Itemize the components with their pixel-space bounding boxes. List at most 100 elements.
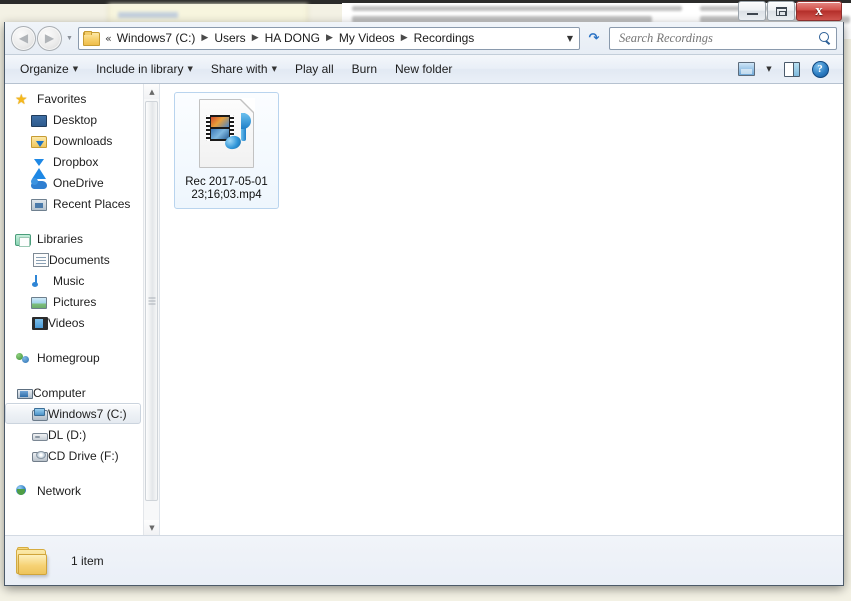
breadcrumb-item-windows7[interactable]: Windows7 (C:) — [115, 29, 198, 47]
scrollbar-track[interactable] — [144, 99, 159, 520]
maximize-icon — [776, 7, 787, 16]
toolbar-item-share-with[interactable]: Share with ▼ — [202, 57, 286, 81]
recent-places-icon — [31, 199, 47, 211]
music-note-icon — [225, 113, 249, 153]
sidebar-item-desktop[interactable]: Desktop — [5, 109, 143, 130]
maximize-button[interactable] — [767, 1, 795, 21]
sidebar-item-videos[interactable]: Videos — [5, 312, 143, 333]
sidebar-item-network[interactable]: Network — [5, 480, 143, 501]
search-input[interactable] — [617, 30, 817, 47]
list-item[interactable]: Rec 2017-05-01 23;16;03.mp4 — [174, 92, 279, 209]
scroll-down-button[interactable]: ▼ — [144, 520, 160, 535]
forward-button[interactable]: ▶ — [37, 26, 62, 51]
toolbar-item-organize[interactable]: Organize ▼ — [11, 57, 87, 81]
view-icon — [738, 62, 755, 76]
network-icon — [15, 483, 31, 499]
back-button[interactable]: ◀ — [11, 26, 36, 51]
sidebar-item-label: Computer — [33, 386, 86, 400]
breadcrumb-item-ha-dong[interactable]: HA DONG — [263, 29, 322, 47]
sidebar-item-label: CD Drive (F:) — [48, 449, 119, 463]
breadcrumb-overflow-icon[interactable]: « — [102, 33, 115, 44]
sidebar-item-dropbox[interactable]: Dropbox — [5, 151, 143, 172]
toolbar-item-burn[interactable]: Burn — [343, 57, 386, 81]
toolbar-label: New folder — [395, 62, 452, 76]
folder-icon — [15, 547, 49, 577]
search-box[interactable] — [609, 27, 837, 50]
chevron-down-icon: ▼ — [187, 65, 192, 73]
main-area: ★ Favorites Desktop Downloads — [5, 84, 843, 535]
sidebar-item-downloads[interactable]: Downloads — [5, 130, 143, 151]
toolbar-label: Burn — [352, 62, 377, 76]
sidebar-item-windows7-c[interactable]: Windows7 (C:) — [5, 403, 141, 424]
toolbar-item-play-all[interactable]: Play all — [286, 57, 343, 81]
resize-grip[interactable] — [829, 571, 841, 583]
search-icon — [817, 31, 832, 46]
file-corner-fold — [240, 98, 255, 113]
chevron-right-icon[interactable]: ▶ — [397, 34, 412, 43]
change-view-button[interactable] — [733, 57, 759, 81]
chevron-right-icon[interactable]: ▶ — [197, 34, 212, 43]
breadcrumb[interactable]: « Windows7 (C:) ▶ Users ▶ HA DONG ▶ My V… — [78, 27, 580, 50]
sidebar-item-label: OneDrive — [53, 176, 104, 190]
refresh-button[interactable]: ↷ — [583, 27, 605, 50]
breadcrumb-item-users[interactable]: Users — [212, 29, 247, 47]
sidebar-item-label: Downloads — [53, 134, 112, 148]
star-icon: ★ — [15, 91, 31, 107]
change-view-dropdown-button[interactable]: ▼ — [761, 57, 777, 81]
sidebar-item-computer[interactable]: Computer — [5, 382, 143, 403]
history-dropdown-button[interactable]: ▼ — [63, 27, 76, 49]
preview-pane-button[interactable] — [779, 57, 805, 81]
chevron-down-icon: ▼ — [73, 65, 78, 73]
folder-front — [18, 554, 47, 575]
nav-group-computer: Computer Windows7 (C:) DL (D:) CD D — [5, 382, 143, 466]
homegroup-icon — [15, 350, 31, 366]
video-file-icon — [199, 99, 254, 168]
sidebar-item-label: Favorites — [37, 92, 86, 106]
pictures-icon — [31, 297, 47, 309]
close-button[interactable]: x — [796, 1, 842, 21]
toolbar-item-include-in-library[interactable]: Include in library ▼ — [87, 57, 202, 81]
sidebar-item-dl-d[interactable]: DL (D:) — [5, 424, 143, 445]
help-button[interactable]: ? — [807, 57, 833, 81]
sidebar-item-homegroup[interactable]: Homegroup — [5, 347, 143, 368]
breadcrumb-item-my-videos[interactable]: My Videos — [337, 29, 397, 47]
sidebar-item-label: Desktop — [53, 113, 97, 127]
chevron-down-icon: ▼ — [272, 65, 277, 73]
toolbar-label: Play all — [295, 62, 334, 76]
downloads-icon — [31, 136, 47, 148]
sidebar-item-favorites[interactable]: ★ Favorites — [5, 88, 143, 109]
scrollbar-thumb[interactable] — [145, 101, 158, 501]
scroll-up-button[interactable]: ▲ — [144, 84, 160, 99]
file-list-pane[interactable]: Rec 2017-05-01 23;16;03.mp4 — [160, 84, 843, 535]
navigation-pane-scrollbar[interactable]: ▲ ▼ — [143, 84, 159, 535]
arrow-right-icon: ▶ — [45, 32, 54, 44]
window-controls: x — [737, 1, 842, 22]
sidebar-item-recent-places[interactable]: Recent Places — [5, 193, 143, 214]
sidebar-item-pictures[interactable]: Pictures — [5, 291, 143, 312]
navigation-tree: ★ Favorites Desktop Downloads — [5, 84, 143, 535]
toolbar-label: Organize — [20, 62, 69, 76]
chevron-down-icon: ▼ — [66, 35, 73, 42]
sidebar-item-onedrive[interactable]: OneDrive — [5, 172, 143, 193]
sidebar-item-music[interactable]: Music — [5, 270, 143, 291]
breadcrumb-item-recordings[interactable]: Recordings — [412, 29, 477, 47]
chevron-right-icon[interactable]: ▶ — [248, 34, 263, 43]
nav-group-libraries: Libraries Documents Music Pictures — [5, 228, 143, 333]
sidebar-item-label: Dropbox — [53, 155, 98, 169]
chevron-down-icon: ▼ — [149, 524, 154, 532]
sidebar-item-cd-drive-f[interactable]: CD Drive (F:) — [5, 445, 143, 466]
libraries-icon — [15, 234, 31, 246]
toolbar-item-new-folder[interactable]: New folder — [386, 57, 461, 81]
sidebar-item-libraries[interactable]: Libraries — [5, 228, 143, 249]
sidebar-item-label: Windows7 (C:) — [48, 407, 127, 421]
sidebar-item-documents[interactable]: Documents — [5, 249, 143, 270]
nav-group-network: Network — [5, 480, 143, 501]
nav-group-homegroup: Homegroup — [5, 347, 143, 368]
toolbar-label: Share with — [211, 62, 268, 76]
sidebar-item-label: DL (D:) — [48, 428, 86, 442]
chevron-right-icon[interactable]: ▶ — [322, 34, 337, 43]
breadcrumb-dropdown-icon[interactable]: ▼ — [561, 28, 579, 49]
minimize-button[interactable] — [738, 1, 766, 21]
drive-icon — [32, 433, 48, 441]
preview-pane-icon — [784, 62, 800, 77]
